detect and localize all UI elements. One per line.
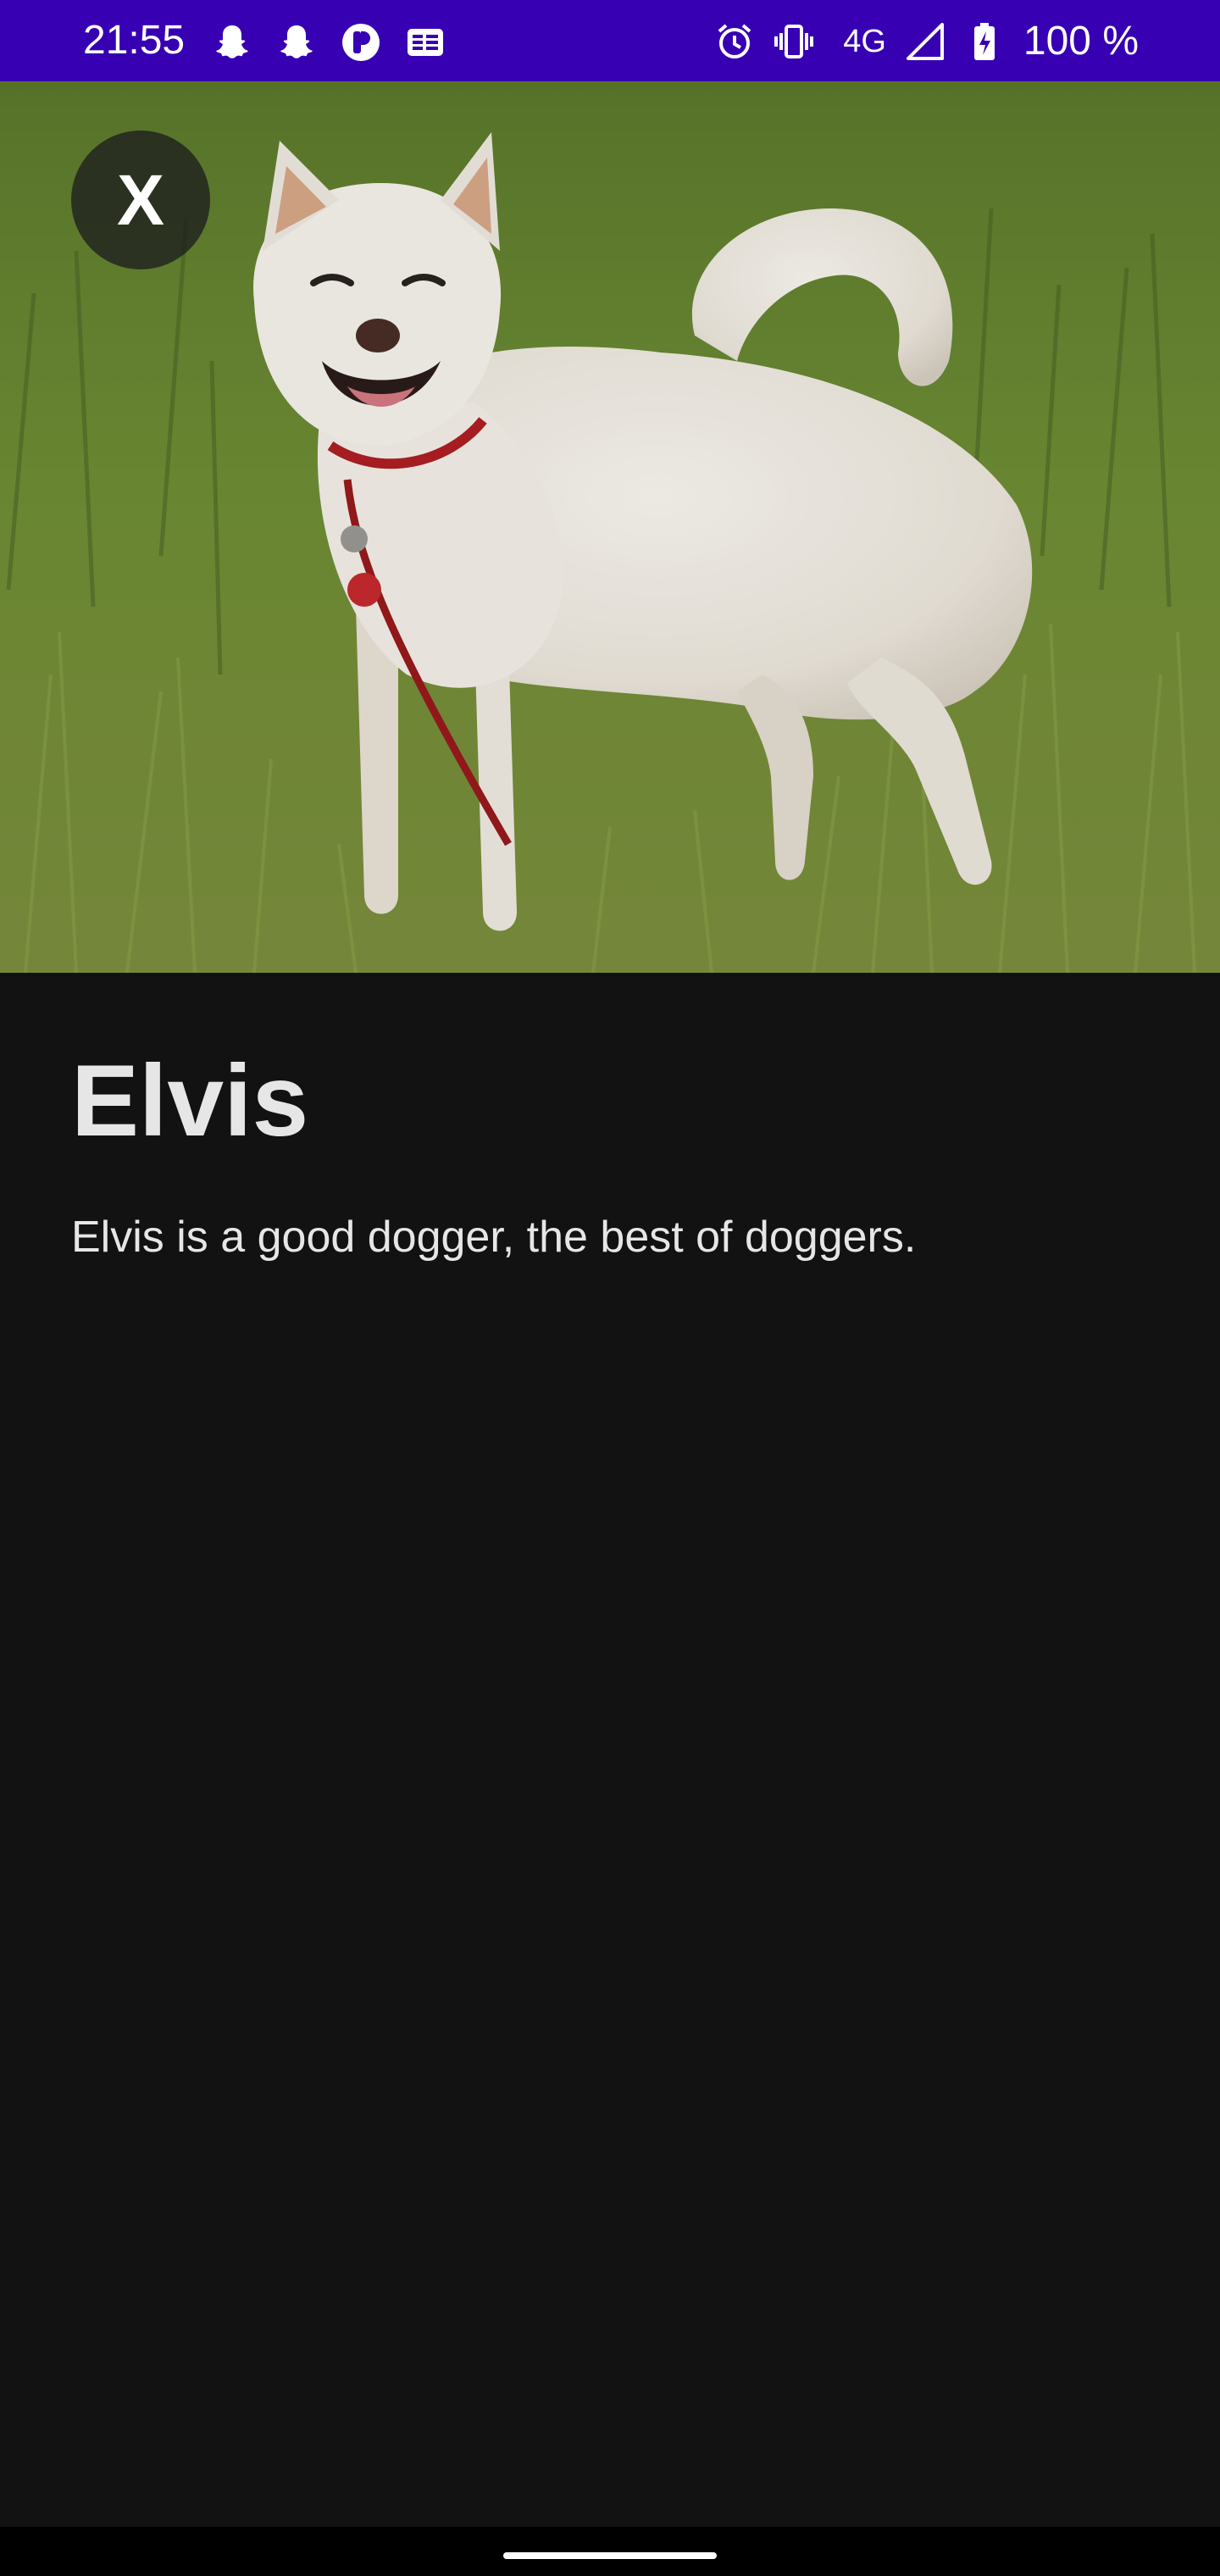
network-label: 4G (843, 24, 886, 59)
system-icons: 4G 100 % (714, 17, 1139, 66)
snapchat-icon (280, 25, 313, 58)
app-icon (342, 24, 380, 61)
dog-details: Elvis Elvis is a good dogger, the best o… (71, 973, 1149, 1264)
snapchat-icon (216, 25, 248, 58)
navigation-bar (0, 2527, 1220, 2576)
alarm-icon (718, 24, 751, 58)
battery-percentage: 100 % (1023, 19, 1139, 64)
signal-icon (906, 23, 944, 60)
battery-charging-icon (973, 23, 995, 60)
vibrate-icon (774, 25, 814, 58)
home-gesture-handle[interactable] (503, 2552, 717, 2559)
status-time: 21:55 (83, 18, 186, 63)
status-bar: 21:55 4G 100 % (0, 0, 1220, 81)
notification-icons (212, 22, 446, 63)
close-button[interactable]: X (71, 130, 210, 269)
news-icon (408, 29, 443, 56)
dog-name-title: Elvis (71, 1044, 309, 1158)
dog-description: Elvis is a good dogger, the best of dogg… (71, 1213, 917, 1262)
